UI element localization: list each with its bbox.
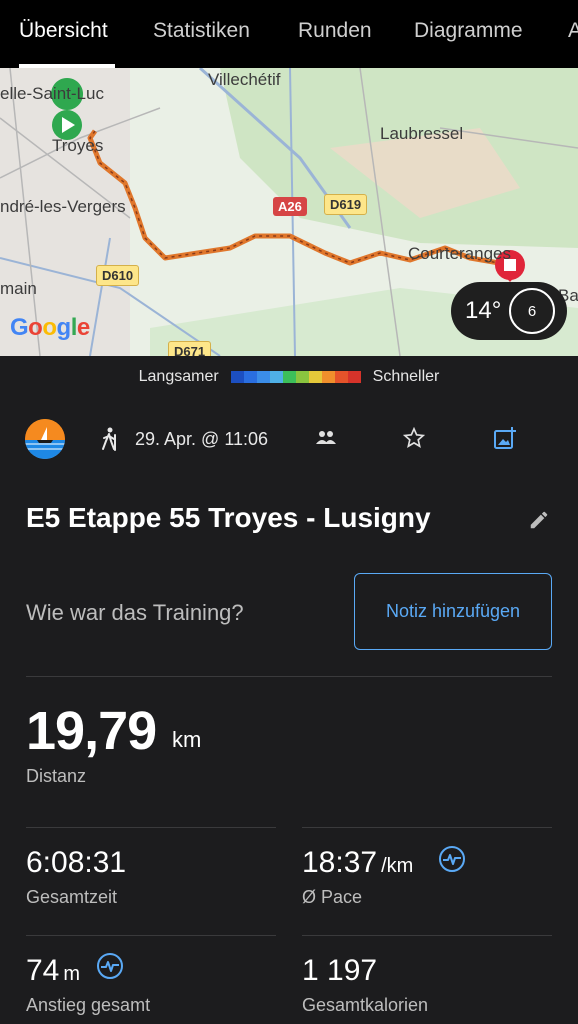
add-note-button[interactable]: Notiz hinzufügen: [354, 573, 552, 650]
tab-bar: Übersicht Statistiken Runden Diagramme A: [0, 0, 578, 68]
map-label-saint-luc: elle-Saint-Luc: [0, 84, 104, 103]
wind-direction-icon: 6: [509, 288, 555, 334]
pace-legend: Langsamer Schneller: [0, 356, 578, 398]
road-badge-d619: D619: [324, 194, 368, 215]
divider: [302, 827, 552, 828]
legend-color-swatch: [308, 371, 322, 383]
legend-color-bar: [230, 371, 361, 383]
activity-logo[interactable]: [25, 419, 65, 459]
activity-title: E5 Etappe 55 Troyes - Lusigny: [26, 502, 431, 533]
weather-temperature: 14°: [465, 297, 502, 324]
legend-color-swatch: [347, 371, 361, 383]
road-badge-a26: A26: [273, 197, 307, 216]
ascent-unit: m: [63, 963, 81, 985]
legend-color-swatch: [295, 371, 309, 383]
total-time-label: Gesamtzeit: [26, 887, 118, 907]
pace-value-row: 18:37/km: [302, 846, 413, 880]
hiking-icon: [102, 427, 116, 451]
tab-more[interactable]: A: [568, 19, 578, 43]
tab-overview[interactable]: Übersicht: [19, 19, 108, 43]
activity-date: 29. Apr. @ 11:06: [135, 428, 269, 449]
tab-laps[interactable]: Runden: [298, 19, 372, 43]
pace-value: 18:37: [302, 846, 378, 879]
people-icon[interactable]: [315, 430, 337, 446]
training-feedback-question: Wie war das Training?: [26, 600, 244, 625]
google-logo: Google: [10, 314, 90, 341]
wind-speed: 6: [527, 302, 537, 320]
road-badge-d610: D610: [96, 265, 140, 286]
legend-color-swatch: [321, 371, 335, 383]
activity-info-row: 29. Apr. @ 11:06: [25, 416, 555, 462]
pace-label: Ø Pace: [302, 887, 363, 907]
tab-statistics[interactable]: Statistiken: [153, 19, 250, 43]
legend-color-swatch: [282, 371, 296, 383]
distance-value: 19,79: [26, 701, 157, 761]
map-label-main: main: [0, 279, 37, 298]
edit-pencil-icon[interactable]: [528, 509, 550, 531]
legend-color-swatch: [334, 371, 348, 383]
divider: [26, 935, 276, 936]
distance-label: Distanz: [26, 766, 87, 786]
road-badge-d671: D671: [168, 341, 212, 356]
calories-value: 1 197: [302, 954, 378, 987]
legend-color-swatch: [256, 371, 270, 383]
heart-rate-pace-icon[interactable]: [438, 845, 466, 873]
divider: [26, 676, 552, 677]
map-label-courteranges: Courteranges: [408, 244, 512, 263]
ascent-value-row: 74 m: [26, 954, 80, 988]
divider: [302, 935, 552, 936]
distance-unit: km: [172, 727, 202, 752]
legend-color-swatch: [230, 371, 244, 383]
star-icon[interactable]: [403, 427, 425, 449]
map-label-les-vergers: ndré-les-Vergers: [0, 197, 126, 216]
map-label-laubressel: Laubressel: [380, 124, 464, 143]
ascent-chart-icon[interactable]: [96, 952, 124, 980]
legend-fast-label: Schneller: [372, 368, 440, 385]
calories-label: Gesamtkalorien: [302, 995, 429, 1015]
ascent-label: Anstieg gesamt: [26, 995, 151, 1015]
map-label-villechetif: Villechétif: [208, 70, 281, 89]
legend-color-swatch: [243, 371, 257, 383]
pace-unit: /km: [381, 855, 414, 877]
total-time-value: 6:08:31: [26, 846, 127, 879]
tab-charts[interactable]: Diagramme: [414, 19, 523, 43]
legend-color-swatch: [269, 371, 283, 383]
map-label-troyes: Troyes: [52, 136, 104, 155]
weather-badge: 14° 6: [451, 282, 567, 340]
ascent-value: 74: [26, 954, 60, 987]
legend-slow-label: Langsamer: [138, 368, 219, 385]
divider: [26, 827, 276, 828]
add-photo-icon[interactable]: [493, 426, 517, 450]
route-map[interactable]: Villechétif elle-Saint-Luc Troyes Laubre…: [0, 68, 578, 356]
